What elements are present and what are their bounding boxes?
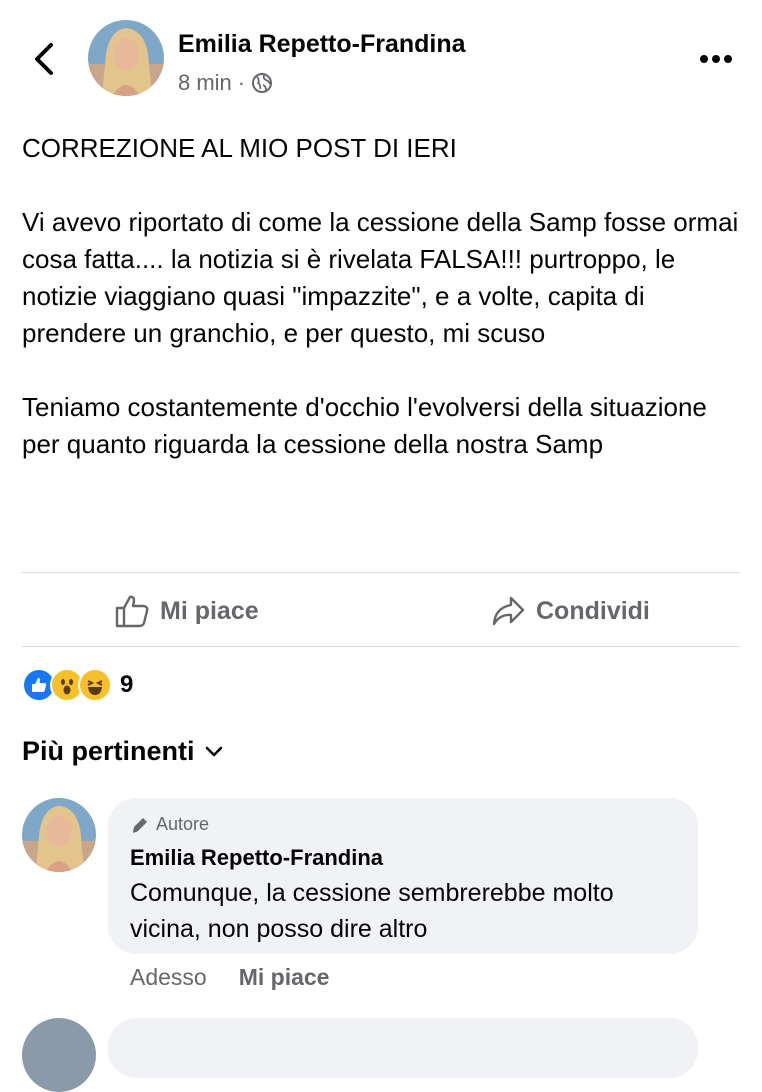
pencil-icon	[132, 817, 147, 833]
share-arrow-icon	[492, 596, 525, 626]
haha-reaction-icon	[78, 668, 112, 702]
comment-author-name[interactable]: Emilia Repetto-Frandina	[130, 845, 676, 871]
author-badge-label: Autore	[156, 814, 210, 834]
thumbs-up-icon	[115, 595, 149, 628]
more-dots-icon	[700, 55, 732, 63]
chevron-left-icon	[35, 43, 53, 75]
post-paragraph: CORREZIONE AL MIO POST DI IERI	[22, 133, 457, 163]
post-meta: 8 min ·	[178, 70, 273, 96]
sort-label: Più pertinenti	[22, 736, 195, 766]
comment-bubble[interactable]: Autore Emilia Repetto-Frandina Comunque,…	[108, 798, 698, 954]
post-paragraph: Teniamo costantemente d'occhio l'evolver…	[22, 392, 707, 459]
share-button[interactable]: Condividi	[490, 588, 650, 634]
reactions-summary[interactable]: 9	[22, 668, 133, 702]
post-author-name[interactable]: Emilia Repetto-Frandina	[178, 30, 466, 59]
comment-text: Comunque, la cessione sembrerebbe molto …	[130, 879, 614, 943]
comment-like-button[interactable]: Mi piace	[239, 964, 330, 991]
divider	[22, 646, 740, 647]
post-paragraph: Vi avevo riportato di come la cessione d…	[22, 207, 739, 348]
meta-separator: ·	[237, 70, 246, 95]
post-time[interactable]: 8 min	[178, 70, 232, 96]
reaction-count: 9	[120, 671, 134, 698]
back-button[interactable]	[28, 40, 60, 78]
chevron-down-icon	[205, 746, 222, 756]
commenter-avatar[interactable]	[22, 798, 96, 872]
like-button[interactable]: Mi piace	[114, 588, 259, 634]
divider	[22, 572, 740, 573]
next-commenter-avatar[interactable]	[22, 1018, 96, 1092]
post-text: CORREZIONE AL MIO POST DI IERI Vi avevo …	[22, 130, 742, 463]
comments-sort-dropdown[interactable]: Più pertinenti	[22, 736, 223, 767]
author-avatar[interactable]	[88, 20, 164, 96]
comment-time: Adesso	[130, 964, 207, 990]
globe-icon[interactable]	[251, 72, 273, 94]
author-badge: Autore	[130, 814, 676, 835]
like-label: Mi piace	[160, 596, 259, 625]
comment-footer: Adesso Mi piace	[130, 964, 329, 991]
more-options-button[interactable]	[696, 44, 736, 74]
share-label: Condividi	[536, 596, 650, 625]
next-comment-bubble[interactable]	[108, 1018, 698, 1078]
